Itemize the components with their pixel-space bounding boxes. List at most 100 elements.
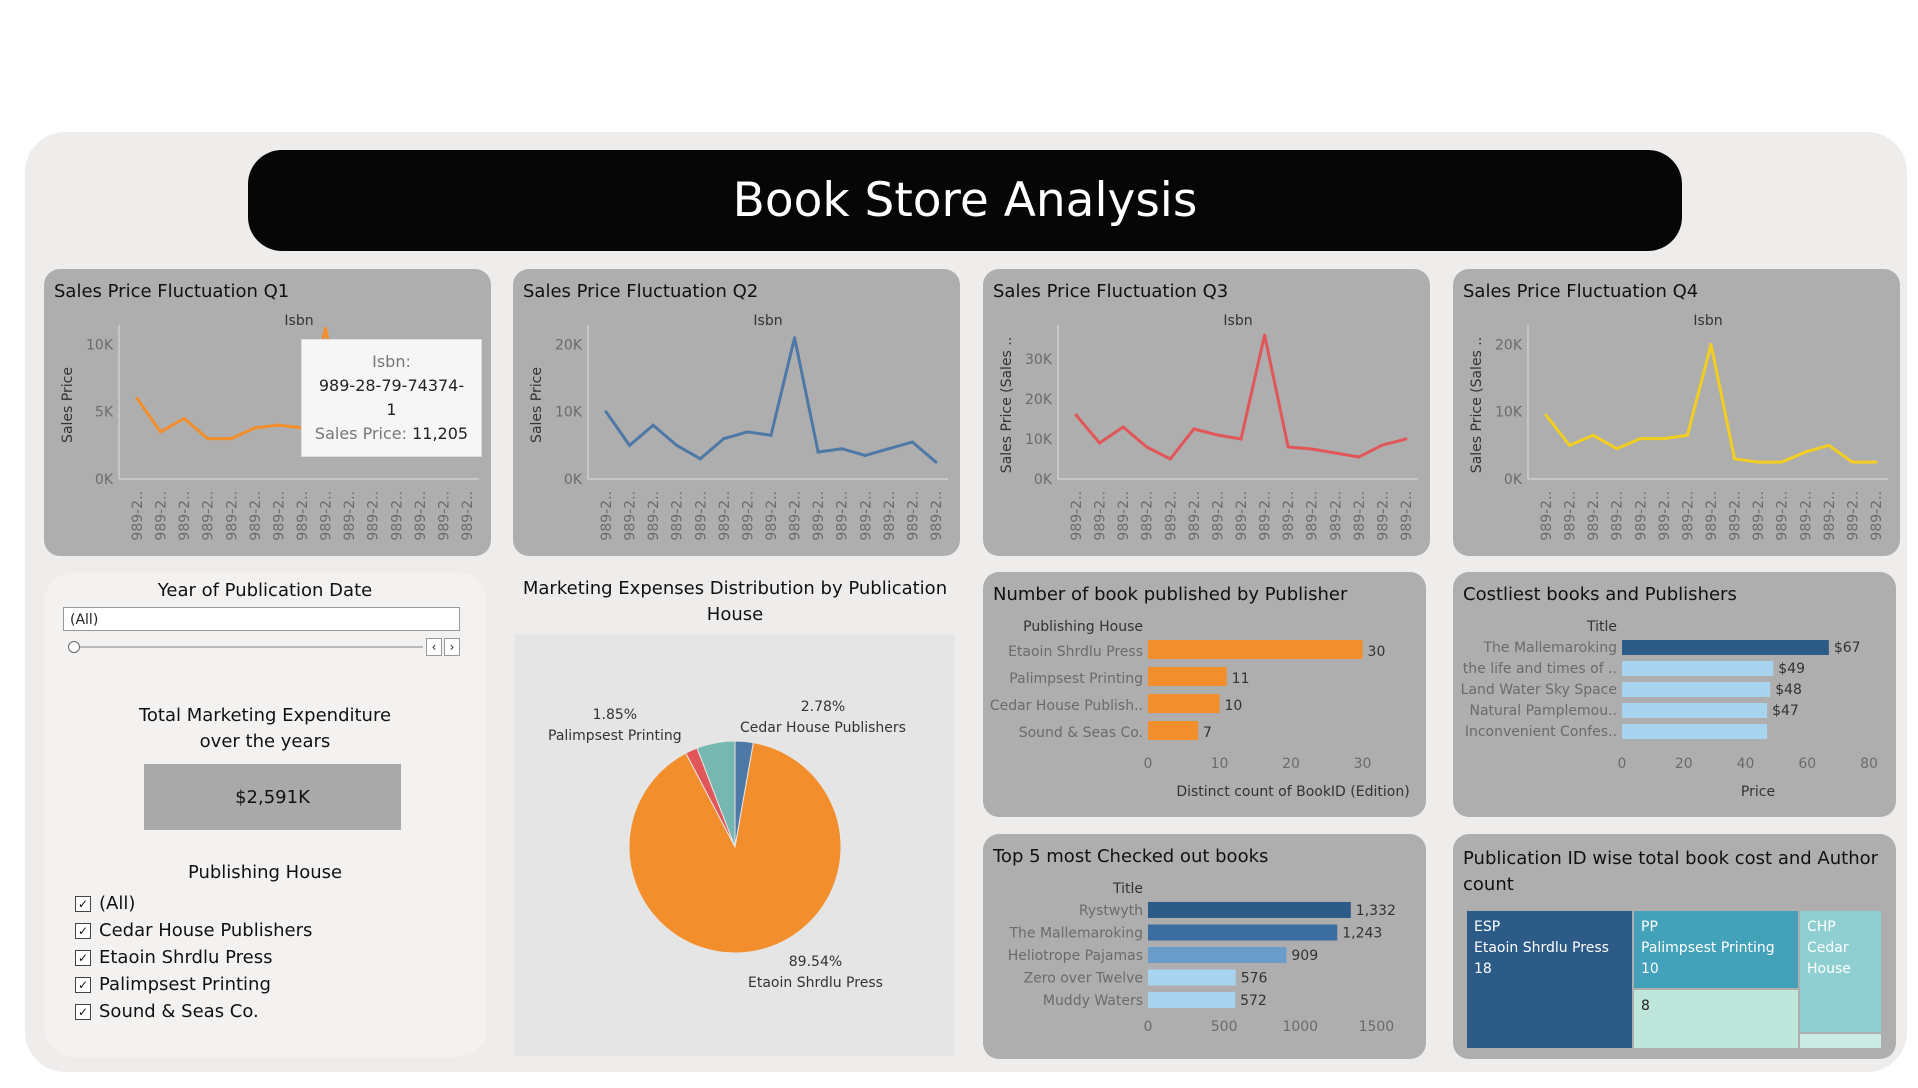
x-tick-label: 500	[1211, 1019, 1238, 1035]
bar	[1148, 694, 1220, 713]
bar-checkout-svg: Title Rystwyth 1,332 The Mallemaroking 1,243…	[1008, 881, 1396, 1035]
x-tick-label: 989-2..	[1116, 491, 1132, 541]
bar	[1148, 902, 1351, 918]
x-tick-label: 989-2..	[1375, 491, 1391, 541]
slider-next-button[interactable]: ›	[444, 638, 460, 656]
publisher-option-etaoin[interactable]: ✓ Etaoin Shrdlu Press	[75, 947, 272, 968]
data-point	[1638, 437, 1642, 441]
x-tick-label: 20	[1282, 756, 1300, 772]
treemap-cell-small[interactable]: 8	[1634, 990, 1798, 1048]
x-tick-label: 989-2..	[389, 491, 405, 541]
y-tick-label: 20K	[555, 337, 583, 353]
treemap-title: Publication ID wise total book cost and …	[1463, 848, 1879, 895]
data-point	[1310, 447, 1314, 451]
q2-line-chart-card: Sales Price Fluctuation Q2 Isbn Sales Pric…	[513, 269, 960, 556]
y-tick-label: 10K	[86, 337, 114, 353]
tooltip-isbn-label: Isbn:	[372, 352, 411, 371]
checkbox-icon[interactable]: ✓	[75, 976, 91, 993]
category-label: Cedar House Publish..	[990, 698, 1143, 714]
x-tick-label: 989-2..	[1845, 491, 1861, 541]
data-point	[1733, 457, 1737, 461]
y-axis-title: Sales Price (Sales ..	[1469, 337, 1485, 473]
x-tick-label: 989-2..	[670, 491, 686, 541]
data-point	[910, 440, 914, 444]
publisher-option-palimpsest[interactable]: ✓ Palimpsest Printing	[75, 974, 271, 995]
x-tick-label: 989-2..	[1258, 491, 1274, 541]
data-point	[135, 396, 139, 400]
publisher-option-all[interactable]: ✓ (All)	[75, 893, 135, 914]
data-point	[324, 326, 328, 330]
x-tick-label: 989-2..	[740, 491, 756, 541]
treemap-cell-esp[interactable]: ESP Etaoin Shrdlu Press 18	[1467, 911, 1632, 1048]
year-filter-dropdown[interactable]: (All)	[63, 607, 460, 631]
publisher-option-cedar[interactable]: ✓ Cedar House Publishers	[75, 920, 312, 941]
x-tick-label: 989-2..	[1140, 491, 1156, 541]
x-axis-title: Distinct count of BookID (Edition)	[1176, 784, 1409, 800]
data-point	[651, 423, 655, 427]
x-tick-label: 60	[1798, 756, 1816, 772]
tooltip-price-value: 11,205	[412, 424, 469, 443]
x-tick-label: 989-2..	[1163, 491, 1179, 541]
data-point	[1756, 460, 1760, 464]
x-tick-label: 989-2..	[1610, 491, 1626, 541]
checkbox-icon[interactable]: ✓	[75, 949, 91, 966]
bar-publisher-svg: Publishing House Etaoin Shrdlu Press 30 Pal…	[990, 619, 1410, 800]
x-tick-label: 989-2..	[1281, 491, 1297, 541]
x-tick-label: 989-2..	[295, 491, 311, 541]
x-tick-label: 989-2..	[177, 491, 193, 541]
category-label: Inconvenient Confes..	[1465, 724, 1617, 740]
publisher-option-label: (All)	[99, 893, 136, 914]
data-point	[769, 433, 773, 437]
data-point	[1215, 433, 1219, 437]
x-tick-label: 989-2..	[1399, 491, 1415, 541]
y-tick-label: 20K	[1495, 337, 1523, 353]
checkbox-icon[interactable]: ✓	[75, 922, 91, 939]
treemap-cell-pp[interactable]: PP Palimpsest Printing 10	[1634, 911, 1798, 988]
data-point	[793, 336, 797, 340]
year-slider-handle[interactable]	[68, 641, 80, 653]
x-tick-label: 989-2..	[646, 491, 662, 541]
y-tick-label: 0K	[1034, 472, 1053, 488]
data-point	[934, 460, 938, 464]
year-slider-track[interactable]	[73, 646, 423, 648]
top-checked-out-card: Top 5 most Checked out books Title Rystwyt…	[983, 834, 1426, 1059]
x-axis-title: Isbn	[284, 313, 313, 329]
data-point	[1286, 445, 1290, 449]
x-tick-label: 989-2..	[436, 491, 452, 541]
total-marketing-value-box: $2,591K	[144, 764, 401, 830]
x-tick-label: 989-2..	[460, 491, 476, 541]
data-point	[1145, 445, 1149, 449]
x-tick-label: 1000	[1282, 1019, 1318, 1035]
data-point	[604, 410, 608, 414]
y-axis-title: Sales Price (Sales ..	[999, 337, 1015, 473]
treemap-cell-chp[interactable]: CHP Cedar House	[1800, 911, 1881, 1032]
x-tick-label: 989-2..	[835, 491, 851, 541]
data-point	[159, 430, 163, 434]
treemap-cell-code: ESP	[1474, 919, 1501, 935]
data-point	[698, 457, 702, 461]
data-point	[1615, 447, 1619, 451]
pie-label-name: Palimpsest Printing	[548, 728, 682, 744]
x-tick-label: 989-2..	[1586, 491, 1602, 541]
x-axis-title: Isbn	[753, 313, 782, 329]
total-marketing-value: $2,591K	[235, 786, 310, 808]
treemap-cell-tiny[interactable]	[1800, 1034, 1881, 1048]
x-tick-label: 30	[1354, 756, 1372, 772]
checkbox-icon[interactable]: ✓	[75, 1003, 91, 1020]
slider-prev-button[interactable]: ‹	[426, 638, 442, 656]
bar	[1622, 724, 1768, 739]
category-label: Palimpsest Printing	[1009, 671, 1143, 687]
x-tick-label: 989-2..	[788, 491, 804, 541]
x-tick-label: 989-2..	[130, 491, 146, 541]
publisher-option-sound[interactable]: ✓ Sound & Seas Co.	[75, 1001, 259, 1022]
books-by-publisher-card: Number of book published by Publisher Pub…	[983, 572, 1426, 817]
sales-price-line	[604, 337, 937, 464]
x-tick-label: 989-2..	[1069, 491, 1085, 541]
data-point	[1685, 433, 1689, 437]
x-tick-label: 989-2..	[1704, 491, 1720, 541]
total-marketing-title-line1: Total Marketing Expenditure	[138, 705, 392, 726]
pie-slices	[628, 740, 842, 954]
checkbox-icon[interactable]: ✓	[75, 895, 91, 912]
data-point	[840, 447, 844, 451]
y-tick-label: 5K	[95, 405, 114, 421]
